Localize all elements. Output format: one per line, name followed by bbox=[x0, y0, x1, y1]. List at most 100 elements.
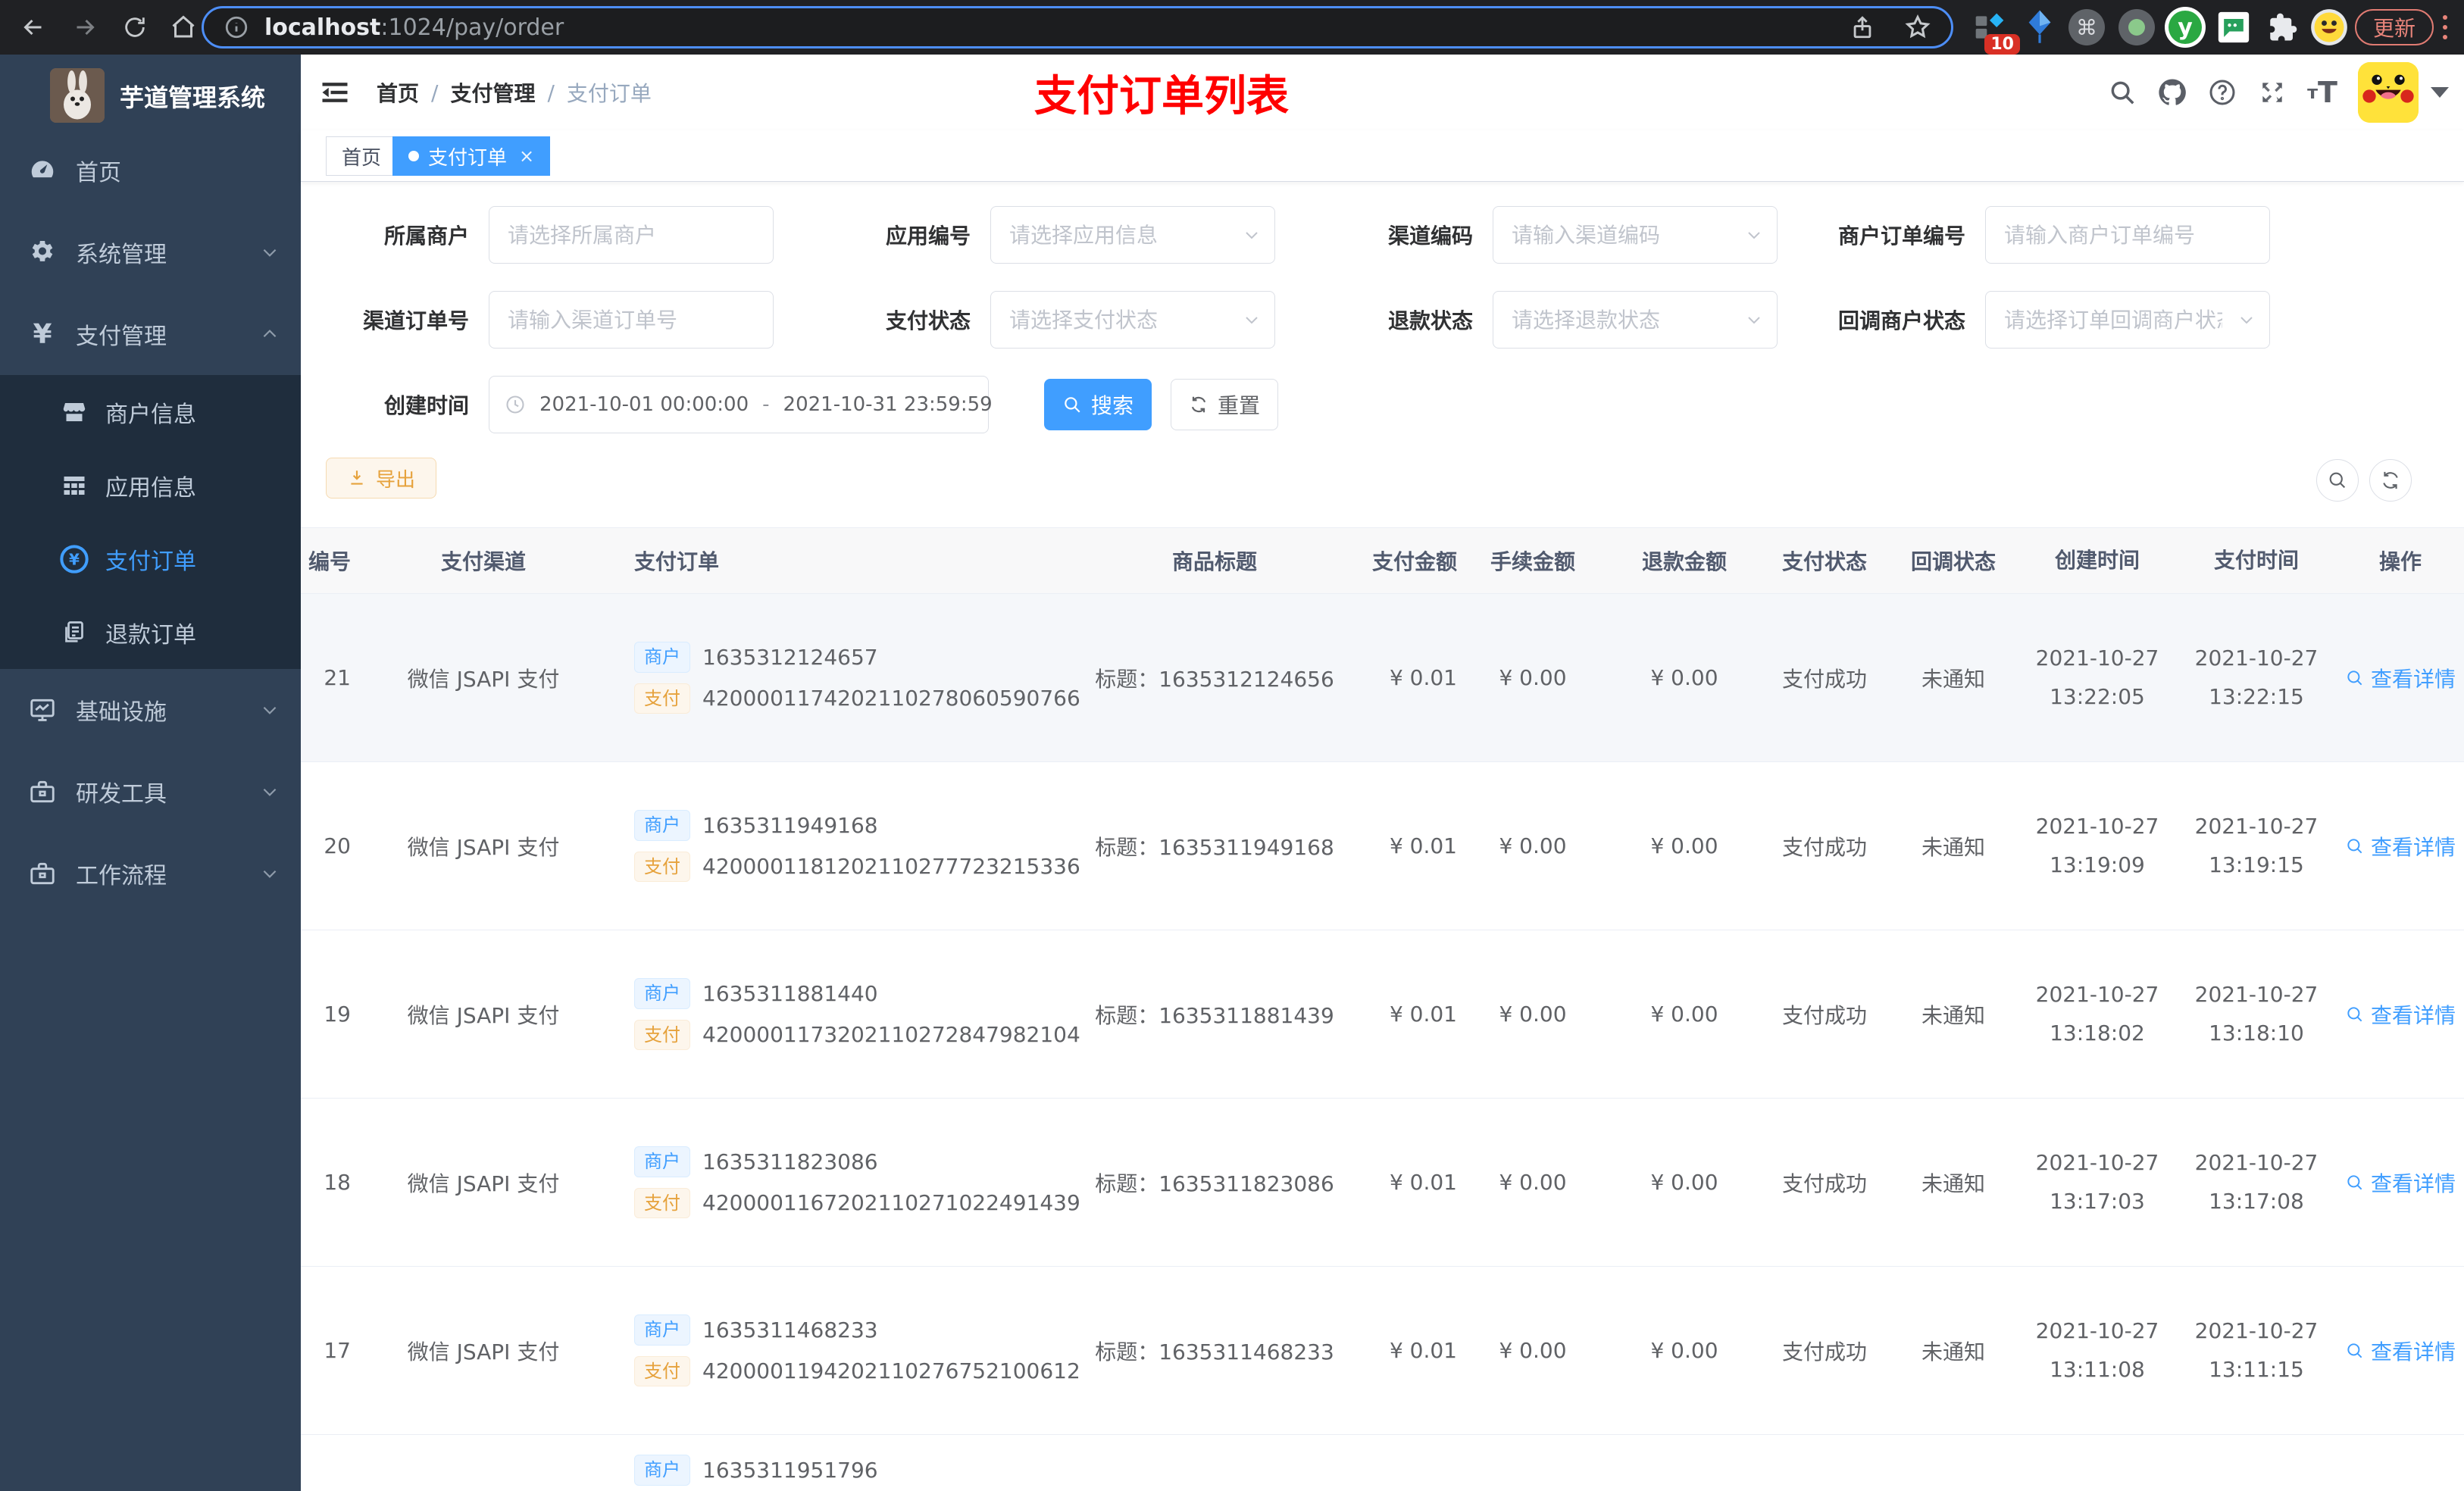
table-row[interactable]: 21 微信 JSAPI 支付 商户 1635312124657 支付 4200001… bbox=[301, 594, 2464, 762]
view-detail-link[interactable]: 查看详情 bbox=[2345, 663, 2456, 693]
font-size-icon[interactable]: тT bbox=[2297, 55, 2347, 130]
tag-pay-order-active[interactable]: 支付订单 × bbox=[392, 136, 551, 176]
gear-icon bbox=[27, 237, 58, 267]
main-area: 首页 / 支付管理 / 支付订单 支付订单列表 тT 首页 支付订单 × 所属商… bbox=[301, 55, 2464, 1491]
chevron-down-icon bbox=[260, 700, 280, 720]
site-info-icon[interactable] bbox=[224, 14, 249, 40]
sidebar-item-workflow[interactable]: 工作流程 bbox=[0, 833, 301, 914]
bookmark-star-icon[interactable] bbox=[1904, 14, 1931, 41]
yen-icon: ¥ bbox=[33, 318, 52, 350]
home-icon[interactable] bbox=[164, 8, 203, 47]
date-range-input[interactable]: 2021-10-01 00:00:00 - 2021-10-31 23:59:5… bbox=[489, 376, 993, 433]
sidebar-item-pay-order[interactable]: ¥ 支付订单 bbox=[0, 522, 301, 595]
channel-order-no-input[interactable] bbox=[489, 307, 773, 333]
extension-tab-manager-icon[interactable]: 10 bbox=[1968, 6, 2020, 55]
sidebar-item-merchant-info[interactable]: 商户信息 bbox=[0, 375, 301, 449]
view-detail-link[interactable]: 查看详情 bbox=[2345, 1336, 2456, 1366]
breadcrumb-pay-manage[interactable]: 支付管理 bbox=[450, 77, 535, 108]
toolbox-icon bbox=[27, 858, 58, 889]
tag-home[interactable]: 首页 bbox=[326, 136, 398, 176]
monitor-chart-icon bbox=[27, 695, 58, 725]
extension-kite-icon[interactable] bbox=[2018, 6, 2061, 48]
table-row-partial[interactable]: 商户 1635311951796 bbox=[301, 1435, 2464, 1491]
refresh-table-button[interactable] bbox=[2369, 459, 2412, 502]
view-detail-link[interactable]: 查看详情 bbox=[2345, 999, 2456, 1030]
sidebar-collapse-icon[interactable] bbox=[318, 76, 352, 109]
sidebar-submenu-pay: 商户信息 应用信息 ¥ 支付订单 退款订单 bbox=[0, 375, 301, 669]
pay-tag: 支付 bbox=[634, 683, 690, 714]
chevron-up-icon bbox=[260, 324, 280, 344]
table-row[interactable]: 19 微信 JSAPI 支付 商户 1635311881440 支付 4200001… bbox=[301, 930, 2464, 1099]
help-icon[interactable] bbox=[2197, 55, 2247, 130]
orders-table: 编号 支付渠道 支付订单 商品标题 支付金额 手续金额 退款金额 支付状态 回调… bbox=[301, 527, 2464, 1491]
extension-command-icon[interactable]: ⌘ bbox=[2065, 6, 2108, 48]
tag-close-icon[interactable]: × bbox=[519, 145, 534, 167]
app-id-select[interactable] bbox=[991, 222, 1274, 248]
extension-y-icon[interactable]: y bbox=[2164, 6, 2206, 48]
breadcrumb: 首页 / 支付管理 / 支付订单 bbox=[377, 55, 652, 130]
view-detail-link[interactable]: 查看详情 bbox=[2345, 1167, 2456, 1198]
github-icon[interactable] bbox=[2147, 55, 2197, 130]
export-button[interactable]: 导出 bbox=[326, 458, 436, 499]
breadcrumb-home[interactable]: 首页 bbox=[377, 77, 419, 108]
sidebar-item-refund-order[interactable]: 退款订单 bbox=[0, 595, 301, 669]
sidebar-item-infra[interactable]: 基础设施 bbox=[0, 669, 301, 751]
sidebar-item-pay[interactable]: ¥ 支付管理 bbox=[0, 293, 301, 375]
browser-menu-icon[interactable] bbox=[2434, 9, 2456, 45]
share-icon[interactable] bbox=[1850, 14, 1875, 40]
back-icon[interactable] bbox=[14, 8, 53, 47]
sidebar-item-app-info[interactable]: 应用信息 bbox=[0, 449, 301, 522]
header-search-icon[interactable] bbox=[2097, 55, 2147, 130]
download-icon bbox=[347, 468, 367, 488]
filter-pay-status: 支付状态 bbox=[824, 291, 1275, 349]
avatar-caret-icon[interactable] bbox=[2431, 87, 2449, 98]
chevron-down-icon bbox=[1745, 311, 1763, 329]
table-row[interactable]: 17 微信 JSAPI 支付 商户 1635311468233 支付 4200001… bbox=[301, 1267, 2464, 1435]
table-row[interactable]: 20 微信 JSAPI 支付 商户 1635311949168 支付 4200001… bbox=[301, 762, 2464, 930]
table-row[interactable]: 18 微信 JSAPI 支付 商户 1635311823086 支付 4200001… bbox=[301, 1099, 2464, 1267]
forward-icon[interactable] bbox=[65, 8, 105, 47]
reload-icon[interactable] bbox=[115, 8, 155, 47]
refund-status-select[interactable] bbox=[1493, 307, 1777, 333]
extension-chat-icon[interactable] bbox=[2212, 6, 2255, 48]
chevron-down-icon bbox=[1745, 226, 1763, 244]
url-host: localhost bbox=[264, 14, 381, 41]
channel-code-select[interactable] bbox=[1493, 222, 1777, 248]
extension-badge: 10 bbox=[1984, 34, 2020, 55]
profile-emoji-avatar[interactable] bbox=[2308, 6, 2350, 48]
pay-status-select[interactable] bbox=[991, 307, 1274, 333]
filter-notify-status: 回调商户状态 bbox=[1818, 291, 2270, 349]
sidebar-item-dev-tools[interactable]: 研发工具 bbox=[0, 751, 301, 833]
user-avatar[interactable] bbox=[2358, 62, 2419, 123]
extensions-puzzle-icon[interactable] bbox=[2261, 6, 2303, 48]
sidebar-item-home[interactable]: 首页 bbox=[0, 130, 301, 211]
filter-refund-status: 退款状态 bbox=[1326, 291, 1778, 349]
grid-icon bbox=[59, 470, 89, 501]
extension-recorder-icon[interactable] bbox=[2115, 6, 2158, 48]
chevron-down-icon bbox=[1243, 311, 1261, 329]
active-dot bbox=[408, 151, 419, 161]
merchant-order-no-input[interactable] bbox=[1986, 222, 2269, 248]
merchant-input[interactable] bbox=[489, 222, 773, 248]
chrome-update-button[interactable]: 更新 bbox=[2355, 9, 2434, 45]
notify-status-select[interactable] bbox=[1986, 307, 2269, 333]
pay-tag: 支付 bbox=[634, 851, 690, 883]
chevron-down-icon bbox=[260, 242, 280, 262]
view-detail-link[interactable]: 查看详情 bbox=[2345, 831, 2456, 861]
yen-circle-icon: ¥ bbox=[59, 544, 89, 574]
date-end: 2021-10-31 23:59:59 bbox=[783, 393, 993, 416]
refresh-icon bbox=[1189, 395, 1209, 414]
filter-app-id: 应用编号 bbox=[824, 206, 1275, 264]
toolbox-icon bbox=[27, 777, 58, 807]
merchant-tag: 商户 bbox=[634, 809, 690, 841]
filter-channel-order-no: 渠道订单号 bbox=[322, 291, 774, 349]
toggle-search-button[interactable] bbox=[2316, 459, 2359, 502]
reset-button[interactable]: 重置 bbox=[1171, 379, 1278, 430]
sidebar-item-system[interactable]: 系统管理 bbox=[0, 211, 301, 293]
fullscreen-icon[interactable] bbox=[2247, 55, 2297, 130]
breadcrumb-current: 支付订单 bbox=[566, 81, 652, 106]
merchant-tag: 商户 bbox=[634, 1314, 690, 1346]
search-button[interactable]: 搜索 bbox=[1044, 379, 1152, 430]
address-bar[interactable]: localhost:1024/pay/order bbox=[202, 6, 1953, 48]
chevron-down-icon bbox=[1243, 226, 1261, 244]
